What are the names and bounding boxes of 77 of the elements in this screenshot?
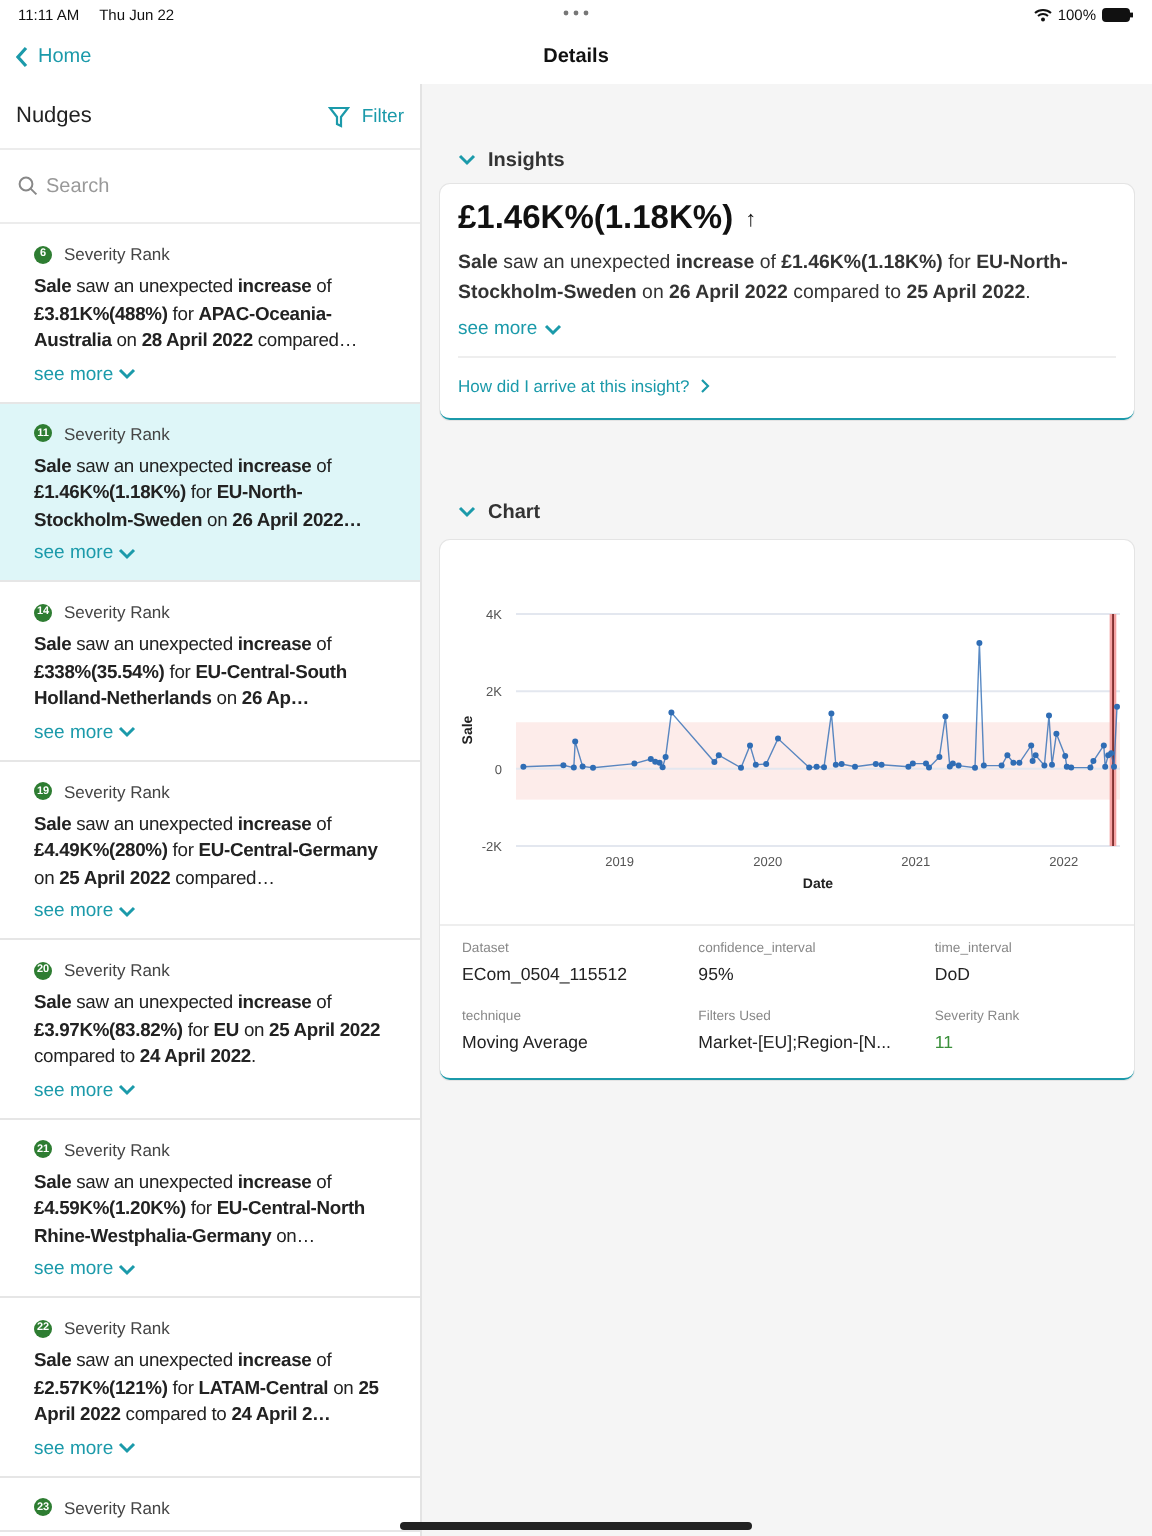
- data-point: [560, 762, 567, 769]
- nudge-text: Sale saw an unexpected increase of £338%(35.54%) for EU-Central-South Holland-Netherlands on 26 Ap…: [34, 630, 349, 711]
- see-more-link[interactable]: see more: [34, 1258, 136, 1280]
- chevron-down-icon: [117, 547, 136, 559]
- data-point: [572, 738, 579, 745]
- see-more-link[interactable]: see more: [34, 363, 136, 385]
- nudge-text: Sale saw an unexpected increase of £3.97K%(83.82%) for EU on 25 April 2022 compared to 24 April 2022.: [34, 988, 383, 1069]
- search-field[interactable]: Search: [46, 175, 366, 197]
- detail-value: DoD: [934, 964, 972, 984]
- data-point: [852, 763, 858, 770]
- rank-label: Severity Rank: [64, 1497, 170, 1517]
- rank-label: Severity Rank: [64, 1318, 170, 1338]
- rank-label: Severity Rank: [64, 244, 170, 264]
- page-title: Details: [543, 46, 609, 68]
- data-point: [1062, 753, 1069, 759]
- detail-value: Moving Average: [462, 1032, 590, 1052]
- detail-value: 11: [934, 1032, 955, 1052]
- filter-button[interactable]: Filter: [327, 105, 404, 127]
- data-point: [976, 640, 983, 646]
- data-point: [1053, 730, 1060, 737]
- data-point: [763, 761, 770, 767]
- see-more-link[interactable]: see more: [458, 318, 562, 340]
- see-more-link[interactable]: see more: [34, 542, 136, 564]
- nudge-text: Sale saw an unexpected increase of £1.46K%(1.18K%) for EU-North-Stockholm-Sweden on 26 April 2022…: [34, 451, 364, 532]
- back-icon: [16, 46, 28, 68]
- data-point: [1046, 712, 1052, 719]
- see-more-link[interactable]: see more: [34, 1437, 136, 1459]
- wifi-icon: [1033, 8, 1052, 22]
- trend-arrow: ↑: [745, 207, 757, 231]
- panel-title: Nudges: [16, 104, 92, 128]
- data-point: [738, 764, 744, 771]
- more-dots-icon: [562, 10, 590, 16]
- data-point: [590, 764, 596, 771]
- rank-label: Severity Rank: [64, 960, 170, 980]
- chevron-down-icon: [117, 1442, 136, 1454]
- section-title[interactable]: Chart: [488, 501, 541, 523]
- rank-label: Severity Rank: [64, 602, 170, 622]
- chevron-down-icon: [117, 1084, 136, 1096]
- data-point: [520, 763, 527, 770]
- rank-label: Severity Rank: [64, 781, 170, 801]
- data-point: [942, 713, 949, 720]
- data-point: [1114, 703, 1120, 710]
- nudge-text: Sale saw an unexpected increase of £2.57K%(121%) for LATAM-Central on 25 April 2022 compared to 24 April 2…: [34, 1346, 381, 1427]
- battery-icon: [1102, 8, 1134, 22]
- data-point: [828, 710, 835, 717]
- nudge-text: Sale saw an unexpected increase of £4.59K%(1.20K%) for EU-Central-North Rhine-Westphalia-Germany on…: [34, 1167, 367, 1248]
- filter-icon: [327, 105, 350, 127]
- back-link[interactable]: Home: [0, 46, 92, 68]
- data-point: [752, 761, 759, 768]
- see-more-link[interactable]: see more: [34, 721, 136, 743]
- chevron-down-icon: [543, 323, 562, 335]
- detail-value: 95%: [698, 964, 736, 984]
- nudge-text: Sale saw an unexpected increase of £4.49K%(280%) for EU-Central-Germany on 25 April 2022 compared…: [34, 809, 380, 890]
- rank-label: Severity Rank: [64, 423, 170, 443]
- insight-explanation-link[interactable]: How did I arrive at this insight?: [458, 356, 1116, 418]
- see-more-link[interactable]: see more: [34, 1079, 136, 1101]
- data-point: [936, 754, 943, 760]
- chevron-down-icon: [117, 368, 136, 380]
- chevron-right-icon: [699, 378, 710, 394]
- insight-headline: £1.46K%(1.18K%): [458, 200, 734, 238]
- section-title[interactable]: Insights: [488, 149, 565, 171]
- chevron-down-icon: [117, 726, 136, 738]
- data-point: [998, 762, 1005, 769]
- data-point: [1028, 742, 1035, 749]
- nudge-text: Sale saw an unexpected increase of £3.81K%(488%) for APAC-Oceania-Australia on 28 April 2022 compared…: [34, 272, 360, 353]
- search-icon: [18, 176, 38, 196]
- data-point: [775, 735, 781, 742]
- chevron-down-icon: [117, 1263, 136, 1275]
- data-point: [631, 760, 638, 767]
- detail-value: Market-[EU];Region-[N...: [698, 1032, 893, 1052]
- see-more-link[interactable]: see more: [34, 900, 136, 922]
- data-point: [668, 709, 675, 716]
- chevron-down-icon: [117, 905, 136, 917]
- insight-text: Sale saw an unexpected increase of £1.46K%(1.18K%) for EU-North-Stockholm-Sweden on 26 April 2022 compared to 25 April 2022.: [458, 250, 1070, 307]
- detail-value: ECom_0504_115512: [462, 964, 629, 984]
- data-point: [747, 742, 753, 749]
- rank-label: Severity Rank: [64, 1139, 170, 1159]
